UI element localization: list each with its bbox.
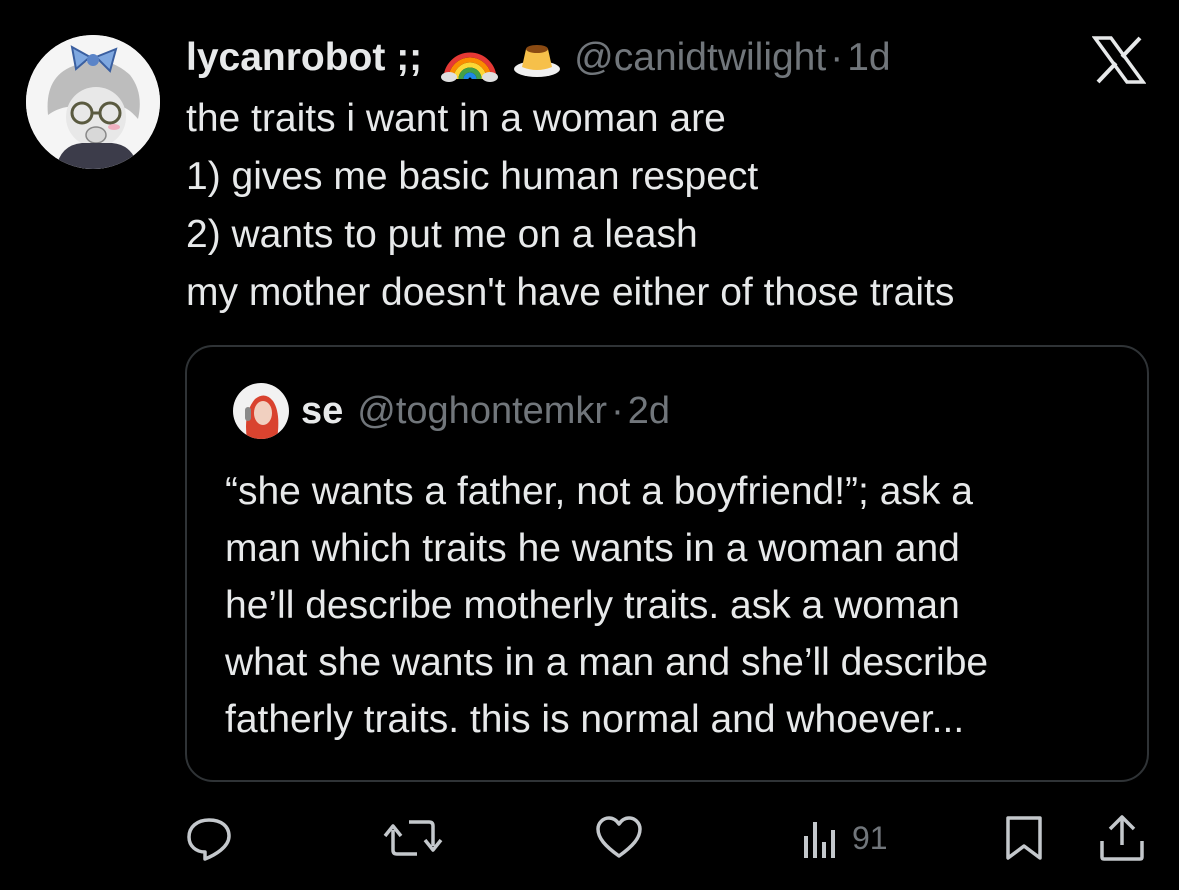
reply-button[interactable] bbox=[185, 810, 233, 866]
author-avatar[interactable] bbox=[26, 35, 160, 169]
tweet-text-line: the traits i want in a woman are bbox=[186, 97, 726, 140]
reply-icon bbox=[185, 814, 233, 862]
rainbow-icon bbox=[430, 33, 499, 83]
tweet-timestamp[interactable]: 1d bbox=[847, 36, 890, 80]
quoted-text-line: he’ll describe motherly traits. ask a wo… bbox=[225, 584, 960, 627]
author-handle[interactable]: @canidtwilight bbox=[574, 36, 826, 80]
views-button[interactable]: 91 bbox=[800, 810, 888, 866]
quoted-header-separator: · bbox=[611, 389, 624, 432]
tweet-text: the traits i want in a woman are 1) give… bbox=[186, 90, 1146, 322]
quoted-tweet-header: se @toghontemkr · 2d bbox=[233, 383, 670, 439]
views-icon bbox=[800, 814, 840, 862]
quoted-text-line: man which traits he wants in a woman and bbox=[225, 527, 960, 570]
quoted-tweet-card[interactable]: se @toghontemkr · 2d “she wants a father… bbox=[185, 345, 1149, 782]
bookmark-icon bbox=[1002, 814, 1046, 862]
quoted-tweet-timestamp: 2d bbox=[627, 389, 671, 432]
quoted-author-handle: @toghontemkr bbox=[357, 389, 608, 432]
x-logo-icon bbox=[1091, 36, 1147, 84]
quoted-author-display-name: se bbox=[301, 389, 344, 432]
share-icon bbox=[1098, 813, 1146, 863]
like-button[interactable] bbox=[595, 810, 643, 866]
retweet-button[interactable] bbox=[383, 810, 443, 866]
tweet-header: lycanrobot ;; @canidtwilight · 1d bbox=[186, 30, 891, 86]
quoted-text-line: what she wants in a man and she’ll descr… bbox=[225, 641, 989, 684]
quoted-text-line: fatherly traits. this is normal and whoe… bbox=[225, 698, 965, 741]
retweet-icon bbox=[383, 814, 443, 862]
header-separator: · bbox=[830, 36, 844, 79]
tweet-text-line: 1) gives me basic human respect bbox=[186, 155, 759, 198]
bookmark-button[interactable] bbox=[1002, 810, 1046, 866]
tweet-text-line: my mother doesn't have either of those t… bbox=[186, 271, 955, 314]
author-display-name[interactable]: lycanrobot ;; bbox=[186, 36, 422, 80]
flan-icon bbox=[506, 37, 562, 79]
quoted-text-line: “she wants a father, not a boyfriend!”; … bbox=[225, 470, 973, 513]
views-count: 91 bbox=[852, 819, 888, 856]
heart-icon bbox=[595, 814, 643, 862]
tweet-text-line: 2) wants to put me on a leash bbox=[186, 213, 698, 256]
quoted-tweet-text: “she wants a father, not a boyfriend!”; … bbox=[225, 463, 1125, 748]
action-bar: 91 bbox=[0, 810, 1179, 866]
share-button[interactable] bbox=[1098, 810, 1146, 866]
quoted-author-avatar bbox=[233, 383, 289, 439]
